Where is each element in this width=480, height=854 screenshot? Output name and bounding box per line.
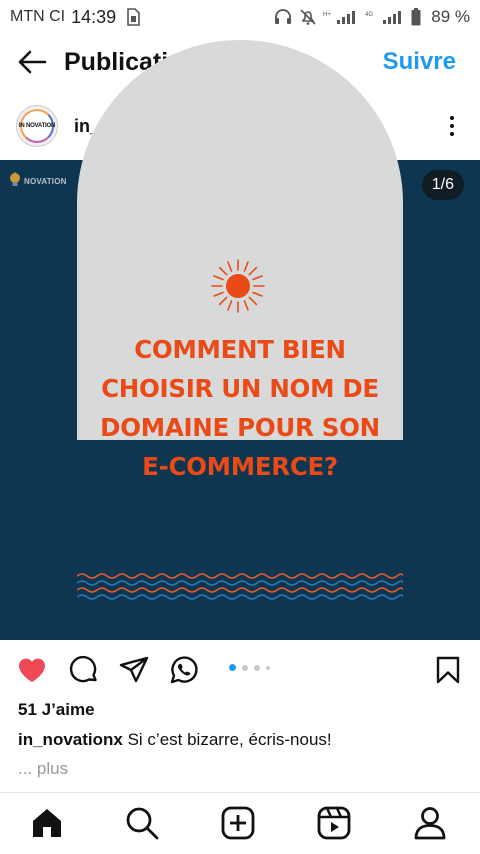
wave-decoration (77, 573, 403, 600)
clock: 14:39 (71, 6, 117, 27)
search-icon (126, 807, 159, 840)
back-button[interactable] (14, 44, 50, 80)
nav-create[interactable] (220, 805, 256, 841)
carousel-dot (242, 664, 248, 671)
mute-icon (299, 8, 317, 26)
caption: in_novationx Si c’est bizarre, écris-nou… (18, 730, 468, 750)
sim-card-icon (126, 8, 140, 26)
headline-line: COMMENT BIEN (134, 335, 346, 364)
nav-home[interactable] (29, 805, 65, 841)
caption-username[interactable]: in_novationx (18, 730, 123, 749)
follow-button[interactable]: Suivre (383, 48, 456, 76)
avatar[interactable]: IN NOVATION (16, 105, 58, 147)
sun-icon (211, 259, 265, 313)
comment-button[interactable] (68, 654, 100, 686)
headline-line: E-COMMERCE? (142, 452, 338, 481)
avatar-logo-text: IN NOVATION (18, 123, 56, 129)
caption-text: Si c’est bizarre, écris-nous! (122, 730, 332, 749)
carrier-label: MTN CI (10, 8, 66, 25)
home-icon (33, 809, 61, 837)
heart-filled-icon (19, 658, 45, 682)
caption-more-link[interactable]: ... plus (18, 759, 68, 779)
battery-icon (411, 8, 421, 26)
post-headline: COMMENT BIEN CHOISIR UN NOM DE DOMAINE P… (77, 330, 403, 486)
nav-reels[interactable] (316, 805, 352, 841)
network-type-label: H+ (323, 12, 331, 18)
brand-watermark-text: NOVATION (24, 176, 67, 186)
bookmark-icon (436, 656, 460, 684)
brand-watermark: NOVATION (8, 172, 67, 190)
carousel-dot (266, 665, 270, 670)
nav-profile[interactable] (412, 805, 448, 841)
headline-line: CHOISIR UN NOM DE (101, 374, 379, 403)
headline-line: DOMAINE POUR SON (100, 413, 380, 442)
more-dot (450, 132, 454, 136)
signal-icon: H+ (323, 9, 359, 25)
more-vertical-icon (450, 116, 454, 120)
lightbulb-icon (10, 172, 20, 186)
bottom-navigation (0, 792, 480, 854)
nav-search[interactable] (124, 805, 160, 841)
carousel-dot-active (229, 664, 236, 671)
status-bar: MTN CI 14:39 H+ 4G 89 % (0, 0, 480, 34)
more-dot (450, 124, 454, 128)
profile-icon (414, 807, 446, 840)
likes-count[interactable]: 51 J’aime (18, 700, 95, 720)
create-icon (221, 806, 255, 840)
arrow-left-icon (18, 50, 47, 74)
comment-icon (69, 655, 97, 683)
more-options-button[interactable] (440, 111, 464, 141)
signal-icon-2: 4G (365, 9, 405, 25)
save-button[interactable] (432, 654, 464, 686)
share-button[interactable] (118, 654, 150, 686)
carousel-indicator (229, 664, 270, 671)
send-icon (119, 656, 149, 683)
carousel-counter: 1/6 (421, 170, 464, 200)
network-type-label-2: 4G (365, 12, 373, 18)
whatsapp-share-button[interactable] (168, 654, 200, 686)
like-button[interactable] (16, 654, 48, 686)
headset-icon (273, 8, 293, 26)
whatsapp-icon (170, 656, 198, 684)
reels-icon (317, 806, 351, 840)
carousel-dot (254, 664, 260, 671)
status-icons: H+ 4G 89 % (273, 7, 470, 27)
battery-percent: 89 % (431, 7, 470, 26)
